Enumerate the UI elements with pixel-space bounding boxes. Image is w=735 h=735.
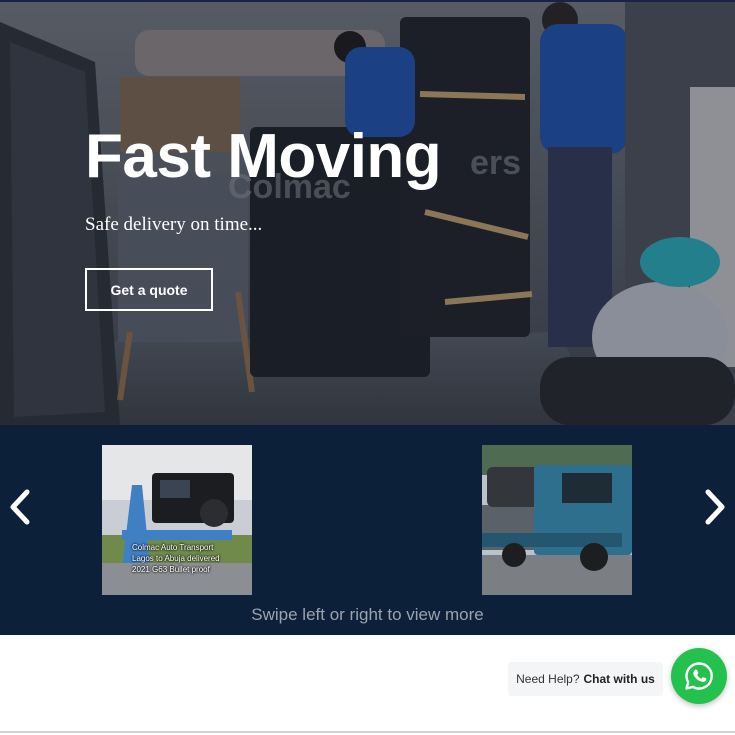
chat-help-tooltip[interactable]: Need Help? Chat with us (508, 662, 663, 696)
hero-title: Fast Moving (85, 122, 442, 191)
carousel-slide[interactable]: Colmac Auto Transport Lagos to Abuja del… (102, 445, 252, 595)
help-prefix: Need Help? (516, 672, 580, 686)
hero-banner: Colmac ers Fast Moving Safe delivery on … (0, 2, 735, 425)
get-quote-button[interactable]: Get a quote (85, 268, 213, 311)
carousel-next-button[interactable] (700, 485, 730, 529)
caption-line: Lagos to Abuja delivered (132, 554, 220, 563)
chevron-right-icon (705, 489, 725, 525)
carousel-slide[interactable] (482, 445, 632, 595)
swipe-hint: Swipe left or right to view more (251, 605, 484, 624)
hero-subtitle: Safe delivery on time... (85, 214, 263, 235)
chat-with-us-link[interactable]: Chat with us (584, 672, 655, 686)
whatsapp-chat-button[interactable] (671, 648, 727, 704)
chevron-left-icon (10, 489, 30, 525)
caption-line: Colmac Auto Transport (132, 543, 214, 552)
whatsapp-icon (685, 662, 713, 690)
slide-image-tow-truck (482, 445, 632, 595)
bottom-border (0, 731, 735, 733)
gallery-carousel: Colmac Auto Transport Lagos to Abuja del… (0, 425, 735, 635)
slide-caption: Colmac Auto Transport Lagos to Abuja del… (132, 542, 250, 575)
caption-line: 2021 G63 Bullet proof (132, 565, 210, 574)
carousel-prev-button[interactable] (5, 485, 35, 529)
